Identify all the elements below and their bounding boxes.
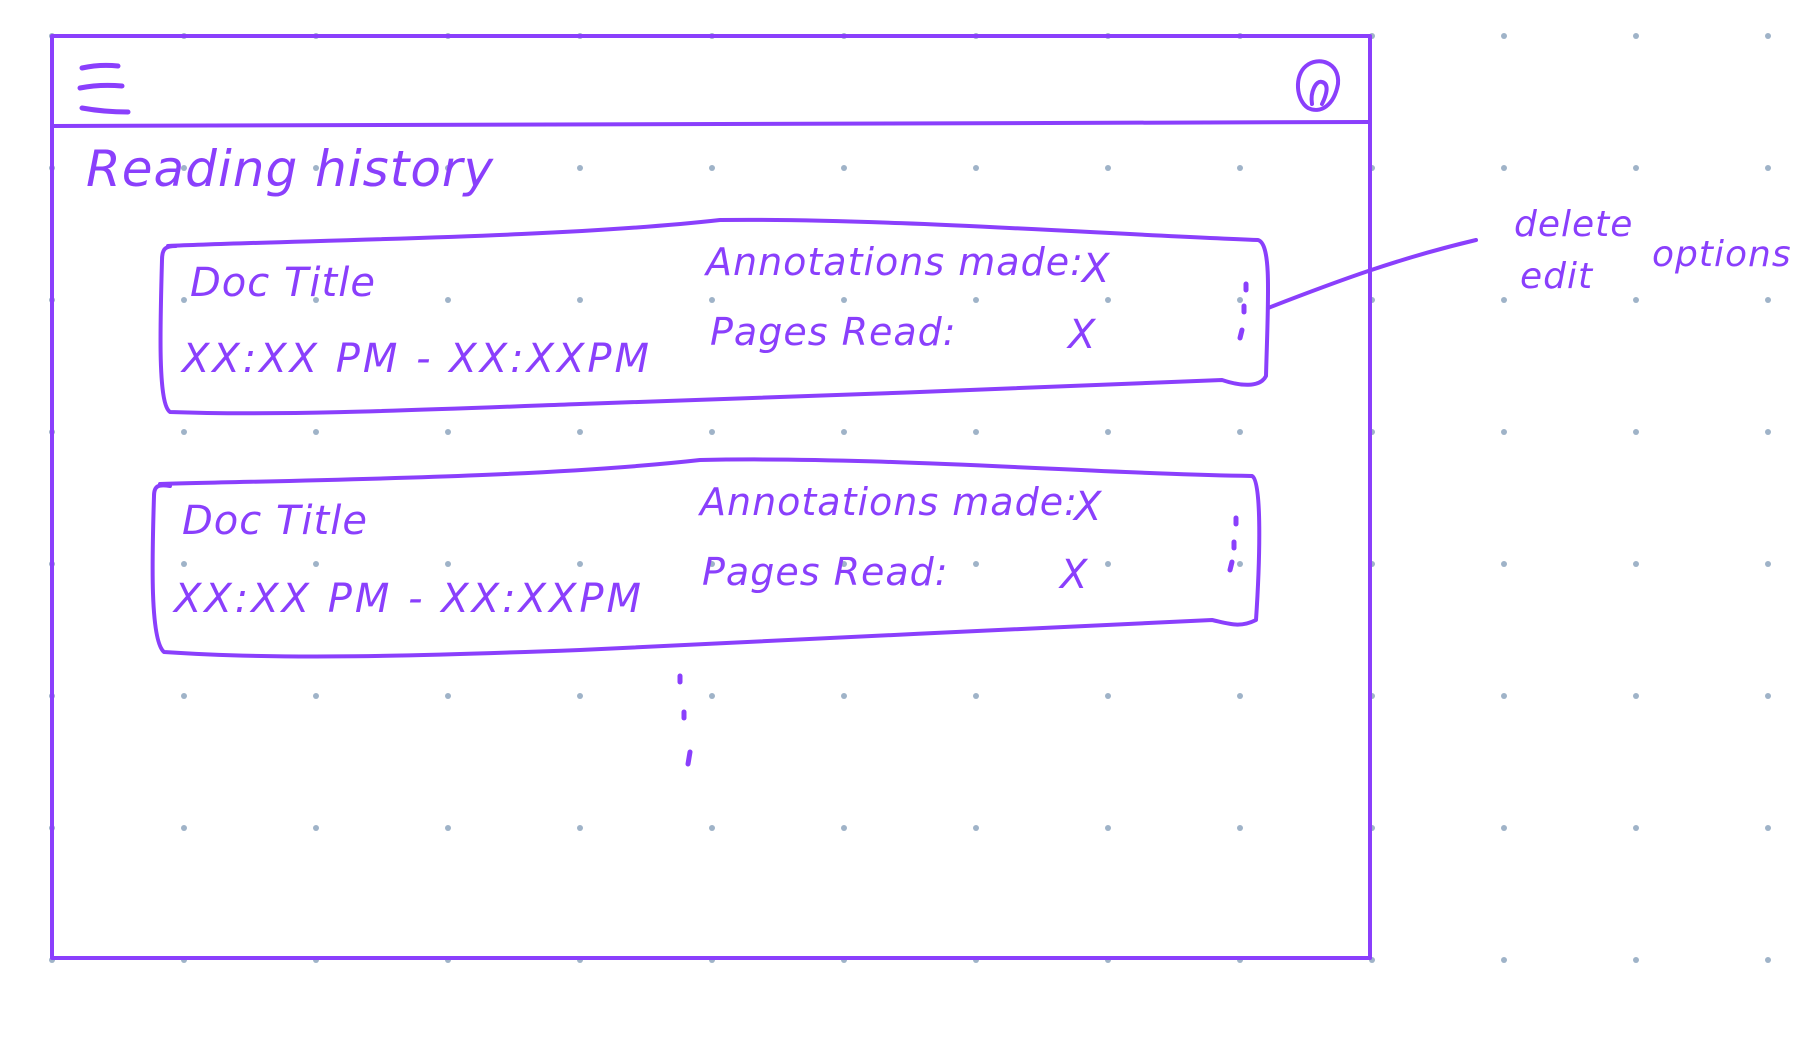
page-title: Reading history bbox=[86, 140, 495, 198]
hamburger-menu-icon[interactable] bbox=[77, 62, 131, 115]
annotation-note-edit: edit bbox=[1520, 256, 1594, 297]
header-divider bbox=[50, 120, 1372, 128]
pages-read-label: Pages Read: bbox=[702, 550, 949, 594]
annotations-label: Annotations made: bbox=[700, 480, 1078, 524]
doc-title: Doc Title bbox=[182, 498, 368, 544]
profile-avatar-icon[interactable] bbox=[1296, 59, 1341, 112]
pages-read-value: X bbox=[1060, 552, 1089, 598]
pages-read-value: X bbox=[1068, 312, 1097, 358]
kebab-menu-icon[interactable] bbox=[1227, 515, 1239, 573]
annotation-note-options: options bbox=[1652, 234, 1792, 275]
annotation-note-delete: delete bbox=[1514, 204, 1634, 245]
kebab-menu-icon[interactable] bbox=[1237, 281, 1249, 341]
annotations-label: Annotations made: bbox=[706, 240, 1084, 284]
time-range: XX:XX PM - XX:XXPM bbox=[174, 576, 645, 622]
time-range: XX:XX PM - XX:XXPM bbox=[182, 336, 653, 382]
annotations-value: X bbox=[1074, 484, 1103, 530]
pages-read-label: Pages Read: bbox=[710, 310, 957, 354]
more-entries-ellipsis-icon bbox=[677, 673, 693, 767]
annotations-value: X bbox=[1082, 246, 1111, 292]
doc-title: Doc Title bbox=[190, 260, 376, 306]
